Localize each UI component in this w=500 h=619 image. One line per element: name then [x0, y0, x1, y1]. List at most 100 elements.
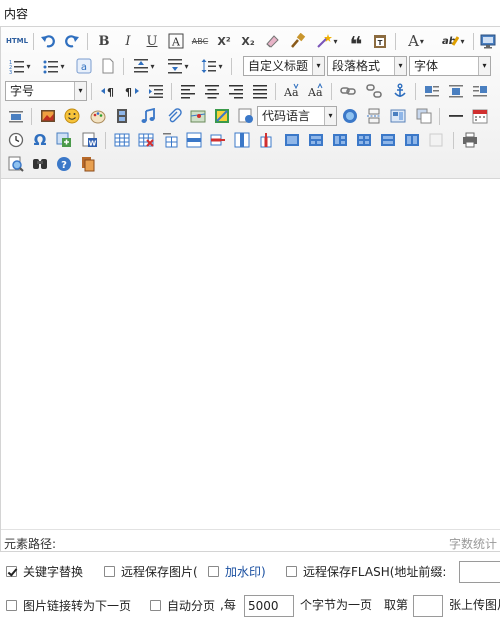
delete-table-icon[interactable] — [135, 129, 157, 151]
insert-music-icon[interactable] — [137, 105, 159, 127]
search-replace-icon[interactable] — [29, 153, 51, 175]
ordered-list-icon[interactable]: 123 ▾ — [5, 55, 35, 77]
remote-save-image-option[interactable]: 远程保存图片( — [104, 561, 198, 581]
split-rows-icon[interactable] — [377, 129, 399, 151]
preview-icon[interactable] — [5, 153, 27, 175]
help-icon[interactable]: ? — [53, 153, 75, 175]
split-cols-icon[interactable] — [401, 129, 423, 151]
align-right-icon[interactable] — [225, 80, 247, 102]
special-chars-button[interactable]: Ω — [29, 129, 51, 151]
merge-cells-icon[interactable] — [281, 129, 303, 151]
watermark-option[interactable]: 加水印) — [208, 561, 266, 581]
date-icon[interactable] — [469, 105, 491, 127]
to-lowercase-icon[interactable]: Aa — [305, 80, 327, 102]
insert-col-icon[interactable] — [231, 129, 253, 151]
attachment-icon[interactable] — [163, 105, 185, 127]
remote-save-flash-checkbox[interactable] — [286, 565, 297, 577]
emotion-icon[interactable] — [61, 105, 83, 127]
image-center-icon[interactable] — [445, 80, 467, 102]
underline-button[interactable]: U — [141, 30, 163, 52]
paste-word-icon[interactable]: W — [79, 129, 101, 151]
row-spacing-bottom-icon[interactable]: ▾ — [163, 55, 193, 77]
keyword-replace-checkbox[interactable] — [6, 565, 17, 577]
delete-row-icon[interactable] — [207, 129, 229, 151]
auto-paging-option[interactable]: 自动分页 — [150, 595, 215, 615]
to-uppercase-icon[interactable]: Aa — [281, 80, 303, 102]
clear-doc-icon[interactable] — [97, 55, 119, 77]
image-link-next-checkbox[interactable] — [6, 599, 17, 611]
gmap-icon[interactable] — [211, 105, 233, 127]
italic-button[interactable]: I — [117, 30, 139, 52]
superscript-button[interactable]: X² — [213, 30, 235, 52]
insert-image-icon[interactable] — [37, 105, 59, 127]
watermark-link[interactable]: 加水印) — [225, 563, 266, 580]
insert-row-icon[interactable] — [183, 129, 205, 151]
page-break-icon[interactable] — [363, 105, 385, 127]
map-icon[interactable] — [187, 105, 209, 127]
image-link-next-option[interactable]: 图片链接转为下一页 — [6, 595, 131, 615]
merge-right-icon[interactable] — [305, 129, 327, 151]
web-image-icon[interactable] — [339, 105, 361, 127]
wordimage-icon[interactable] — [53, 129, 75, 151]
merge-down-icon[interactable] — [329, 129, 351, 151]
flash-prefix-input[interactable] — [459, 561, 500, 583]
image-right-icon[interactable] — [469, 80, 491, 102]
code-language-select[interactable]: 代码语言 ▾ — [257, 106, 337, 126]
subscript-button[interactable]: X₂ — [237, 30, 259, 52]
anchor-icon[interactable] — [389, 80, 411, 102]
insert-table-icon[interactable] — [111, 129, 133, 151]
insert-frame-icon[interactable] — [235, 105, 257, 127]
split-cells-icon[interactable] — [353, 129, 375, 151]
line-height-icon[interactable]: ▾ — [197, 55, 227, 77]
keyword-replace-option[interactable]: 关键字替换 — [6, 561, 83, 581]
align-center-icon[interactable] — [201, 80, 223, 102]
unlink-icon[interactable] — [363, 80, 385, 102]
paragraph-format-select[interactable]: 段落格式 ▾ — [327, 56, 407, 76]
link-icon[interactable] — [337, 80, 359, 102]
template-icon[interactable] — [387, 105, 409, 127]
align-left-icon[interactable] — [177, 80, 199, 102]
font-color-button[interactable]: A ▾ — [401, 30, 431, 52]
time-icon[interactable] — [5, 129, 27, 151]
font-size-select[interactable]: 字号 ▾ — [5, 81, 87, 101]
watermark-checkbox[interactable] — [208, 565, 219, 577]
html-source-button[interactable]: HTML — [3, 30, 31, 52]
font-border-icon[interactable]: A — [165, 30, 187, 52]
remote-save-flash-option[interactable]: 远程保存FLASH(地址前缀: — [286, 561, 446, 581]
rtl-direction-icon[interactable]: ¶ — [121, 80, 143, 102]
highlight-color-icon[interactable]: ab ▾ — [437, 30, 469, 52]
insert-paragraph-before-table-icon[interactable] — [159, 129, 181, 151]
unordered-list-icon[interactable]: ▾ — [39, 55, 69, 77]
strikethrough-button[interactable]: ABC — [189, 30, 211, 52]
horizontal-rule-icon[interactable] — [445, 105, 467, 127]
insert-video-icon[interactable] — [111, 105, 133, 127]
undo-icon[interactable] — [37, 30, 59, 52]
eraser-icon[interactable] — [261, 30, 283, 52]
bold-button[interactable]: B — [93, 30, 115, 52]
ltr-direction-icon[interactable]: ¶ — [97, 80, 119, 102]
image-inline-icon[interactable] — [5, 105, 27, 127]
blockquote-button[interactable]: ❝ — [345, 30, 367, 58]
font-family-select[interactable]: 字体 ▾ — [409, 56, 491, 76]
scrawl-icon[interactable] — [87, 105, 109, 127]
thumb-index-input[interactable] — [413, 595, 443, 617]
remote-save-image-checkbox[interactable] — [104, 565, 115, 577]
fullscreen-icon[interactable] — [477, 30, 499, 52]
background-icon[interactable] — [413, 105, 435, 127]
redo-icon[interactable] — [61, 30, 83, 52]
format-painter-icon[interactable] — [287, 30, 309, 52]
align-justify-icon[interactable] — [249, 80, 271, 102]
row-spacing-top-icon[interactable]: ▾ — [129, 55, 159, 77]
custom-heading-select[interactable]: 自定义标题 ▾ — [243, 56, 325, 76]
paste-plain-icon[interactable]: T — [369, 30, 391, 52]
print-icon[interactable] — [459, 129, 481, 151]
drafts-icon[interactable] — [77, 153, 99, 175]
auto-paging-checkbox[interactable] — [150, 599, 161, 611]
indent-icon[interactable] — [145, 80, 167, 102]
cell-props-icon[interactable] — [425, 129, 447, 151]
delete-col-icon[interactable] — [255, 129, 277, 151]
image-left-icon[interactable] — [421, 80, 443, 102]
auto-format-icon[interactable]: ▾ — [313, 30, 341, 52]
editor-content-area[interactable] — [1, 180, 500, 528]
paging-chars-input[interactable]: 5000 — [244, 595, 294, 617]
